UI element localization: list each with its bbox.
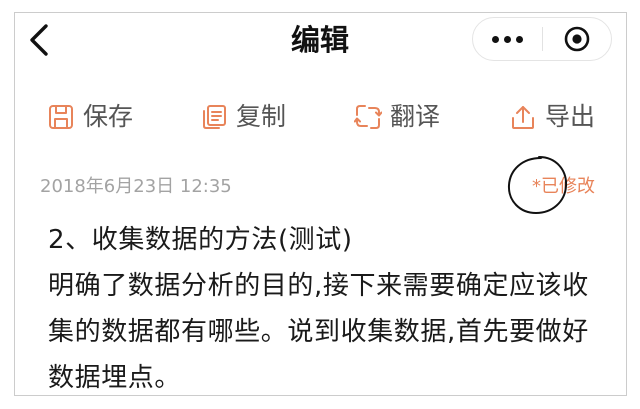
back-button[interactable] xyxy=(24,22,54,58)
close-miniprogram-button[interactable] xyxy=(543,18,612,60)
editor-page: 编辑 保存 复制 翻译 导出 2018年6月23日 12:35 *已修改 2、收… xyxy=(0,0,640,409)
save-label: 保存 xyxy=(83,102,134,131)
note-line: 集的数据都有哪些。说到收集数据,首先要做好 xyxy=(48,317,589,347)
target-icon xyxy=(564,26,590,52)
save-icon xyxy=(49,105,73,129)
chevron-left-icon xyxy=(30,24,48,56)
translate-label: 翻译 xyxy=(390,102,441,131)
save-button[interactable]: 保存 xyxy=(47,102,133,132)
copy-button[interactable]: 复制 xyxy=(200,102,286,132)
dot xyxy=(503,35,511,43)
capsule-menu xyxy=(472,17,612,61)
note-line: 明确了数据分析的目的,接下来需要确定应该收 xyxy=(48,271,589,301)
export-label: 导出 xyxy=(545,102,596,131)
translate-button[interactable]: 翻译 xyxy=(354,102,440,132)
note-content[interactable]: 2、收集数据的方法(测试) 明确了数据分析的目的,接下来需要确定应该收 集的数据… xyxy=(48,217,618,401)
copy-icon xyxy=(203,105,226,129)
note-line: 数据埋点。 xyxy=(48,363,182,393)
export-icon xyxy=(512,106,534,129)
translate-icon xyxy=(354,105,382,129)
dot xyxy=(515,35,523,43)
dot xyxy=(491,35,499,43)
page-title: 编辑 xyxy=(290,23,349,57)
copy-label: 复制 xyxy=(236,102,287,131)
timestamp: 2018年6月23日 12:35 xyxy=(40,176,232,197)
export-button[interactable]: 导出 xyxy=(509,102,595,132)
more-button[interactable] xyxy=(473,18,542,60)
more-dots-icon xyxy=(491,35,523,43)
modified-status: *已修改 xyxy=(532,176,595,197)
note-heading: 2、收集数据的方法(测试) xyxy=(48,225,353,255)
